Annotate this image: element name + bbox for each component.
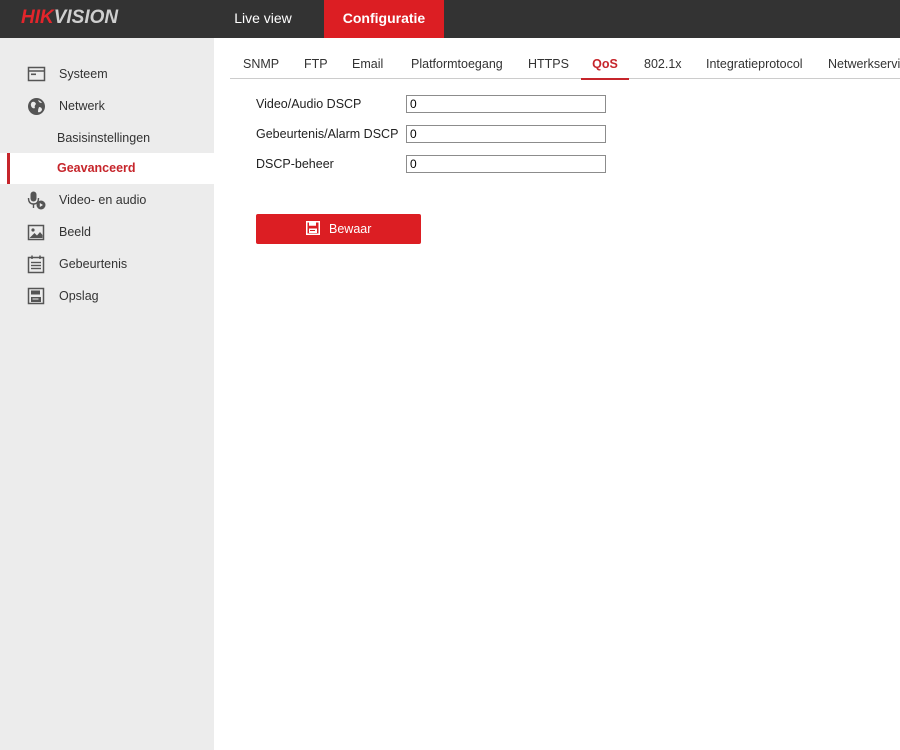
microphone-icon [27,191,46,210]
tab-integratieprotocol[interactable]: Integratieprotocol [706,50,803,78]
active-marker [7,153,10,184]
tab-email[interactable]: Email [352,50,383,78]
tab-platformtoegang[interactable]: Platformtoegang [411,50,503,78]
sidebar-item-systeem[interactable]: Systeem [0,59,214,89]
tab-8021x[interactable]: 802.1x [644,50,682,78]
sidebar-item-label: Systeem [59,67,108,81]
sidebar-item-basisinstellingen[interactable]: Basisinstellingen [0,123,214,153]
sidebar-item-label: Netwerk [59,99,105,113]
tab-snmp[interactable]: SNMP [243,50,279,78]
save-icon [306,221,320,235]
sidebar-item-label: Basisinstellingen [57,131,151,145]
tab-qos[interactable]: QoS [581,50,629,80]
tab-netwerkservice[interactable]: Netwerkservi [828,50,900,78]
sidebar-item-label: Gebeurtenis [59,257,128,271]
sidebar-item-beeld[interactable]: Beeld [0,217,214,247]
globe-icon [28,98,45,115]
event-alarm-dscp-input[interactable] [406,125,606,143]
active-tab-underline [581,78,629,80]
config-tabs: SNMP FTP Email Platformtoegang HTTPS QoS… [230,50,900,80]
sidebar-item-netwerk[interactable]: Netwerk [0,91,214,121]
top-bar: HIKVISION Live view Configuratie [0,0,900,38]
calendar-icon [27,255,45,274]
sidebar-item-label: Video- en audio [59,193,147,207]
nav-live-view[interactable]: Live view [214,0,312,38]
save-button-label: Bewaar [329,222,372,236]
logo-vision: VISION [53,7,119,28]
video-audio-dscp-label: Video/Audio DSCP [256,97,362,111]
hikvision-logo: HIKVISION [21,7,118,29]
video-audio-dscp-input[interactable] [406,95,606,113]
dscp-beheer-input[interactable] [406,155,606,173]
sidebar-item-label: Geavanceerd [57,161,136,175]
monitor-icon [27,66,46,82]
image-icon [27,224,45,241]
sidebar-item-label: Opslag [59,289,99,303]
event-alarm-dscp-label: Gebeurtenis/Alarm DSCP [256,127,399,141]
tab-ftp[interactable]: FTP [304,50,328,78]
nav-configuratie[interactable]: Configuratie [324,0,444,38]
sidebar-item-gebeurtenis[interactable]: Gebeurtenis [0,249,214,279]
tab-https[interactable]: HTTPS [528,50,569,78]
sidebar-item-label: Beeld [59,225,91,239]
save-button[interactable]: Bewaar [256,214,421,244]
sidebar: Systeem Netwerk Basisinstellingen Geavan… [0,38,214,750]
sidebar-item-video-audio[interactable]: Video- en audio [0,185,214,215]
tab-qos-label: QoS [592,57,618,71]
storage-icon [27,287,45,305]
logo-hik: HIK [21,7,54,28]
dscp-beheer-label: DSCP-beheer [256,157,334,171]
sidebar-item-geavanceerd[interactable]: Geavanceerd [0,153,214,184]
sidebar-item-opslag[interactable]: Opslag [0,281,214,311]
